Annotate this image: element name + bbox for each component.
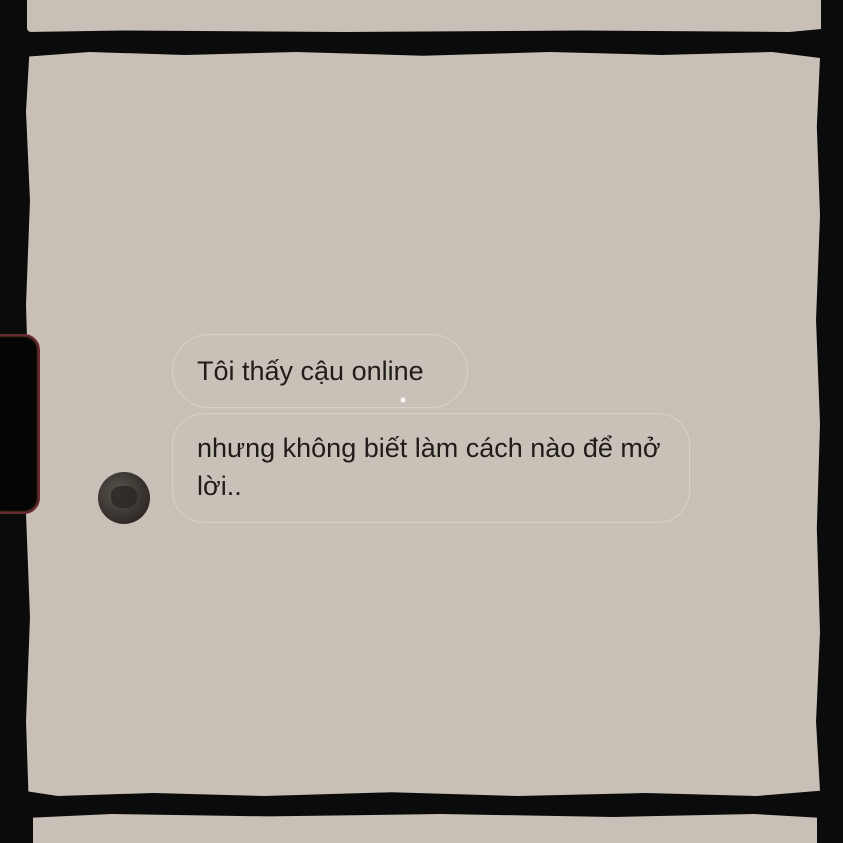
message-text-2: nhưng không biết làm cách nào để mở lời.… [197,433,661,501]
message-text-1: Tôi thấy cậu online [197,356,424,386]
top-panel [27,0,821,32]
message-bubble-1[interactable]: Tôi thấy cậu online [172,334,468,408]
avatar-silhouette-icon [111,486,137,508]
message-bubble-2[interactable]: nhưng không biết làm cách nào để mở lời.… [172,413,690,523]
bottom-panel [33,814,817,843]
light-glint [401,398,405,402]
side-edge-strip [0,334,40,514]
screen: Tôi thấy cậu online nhưng không biết làm… [0,0,843,843]
sender-avatar[interactable] [98,472,150,524]
